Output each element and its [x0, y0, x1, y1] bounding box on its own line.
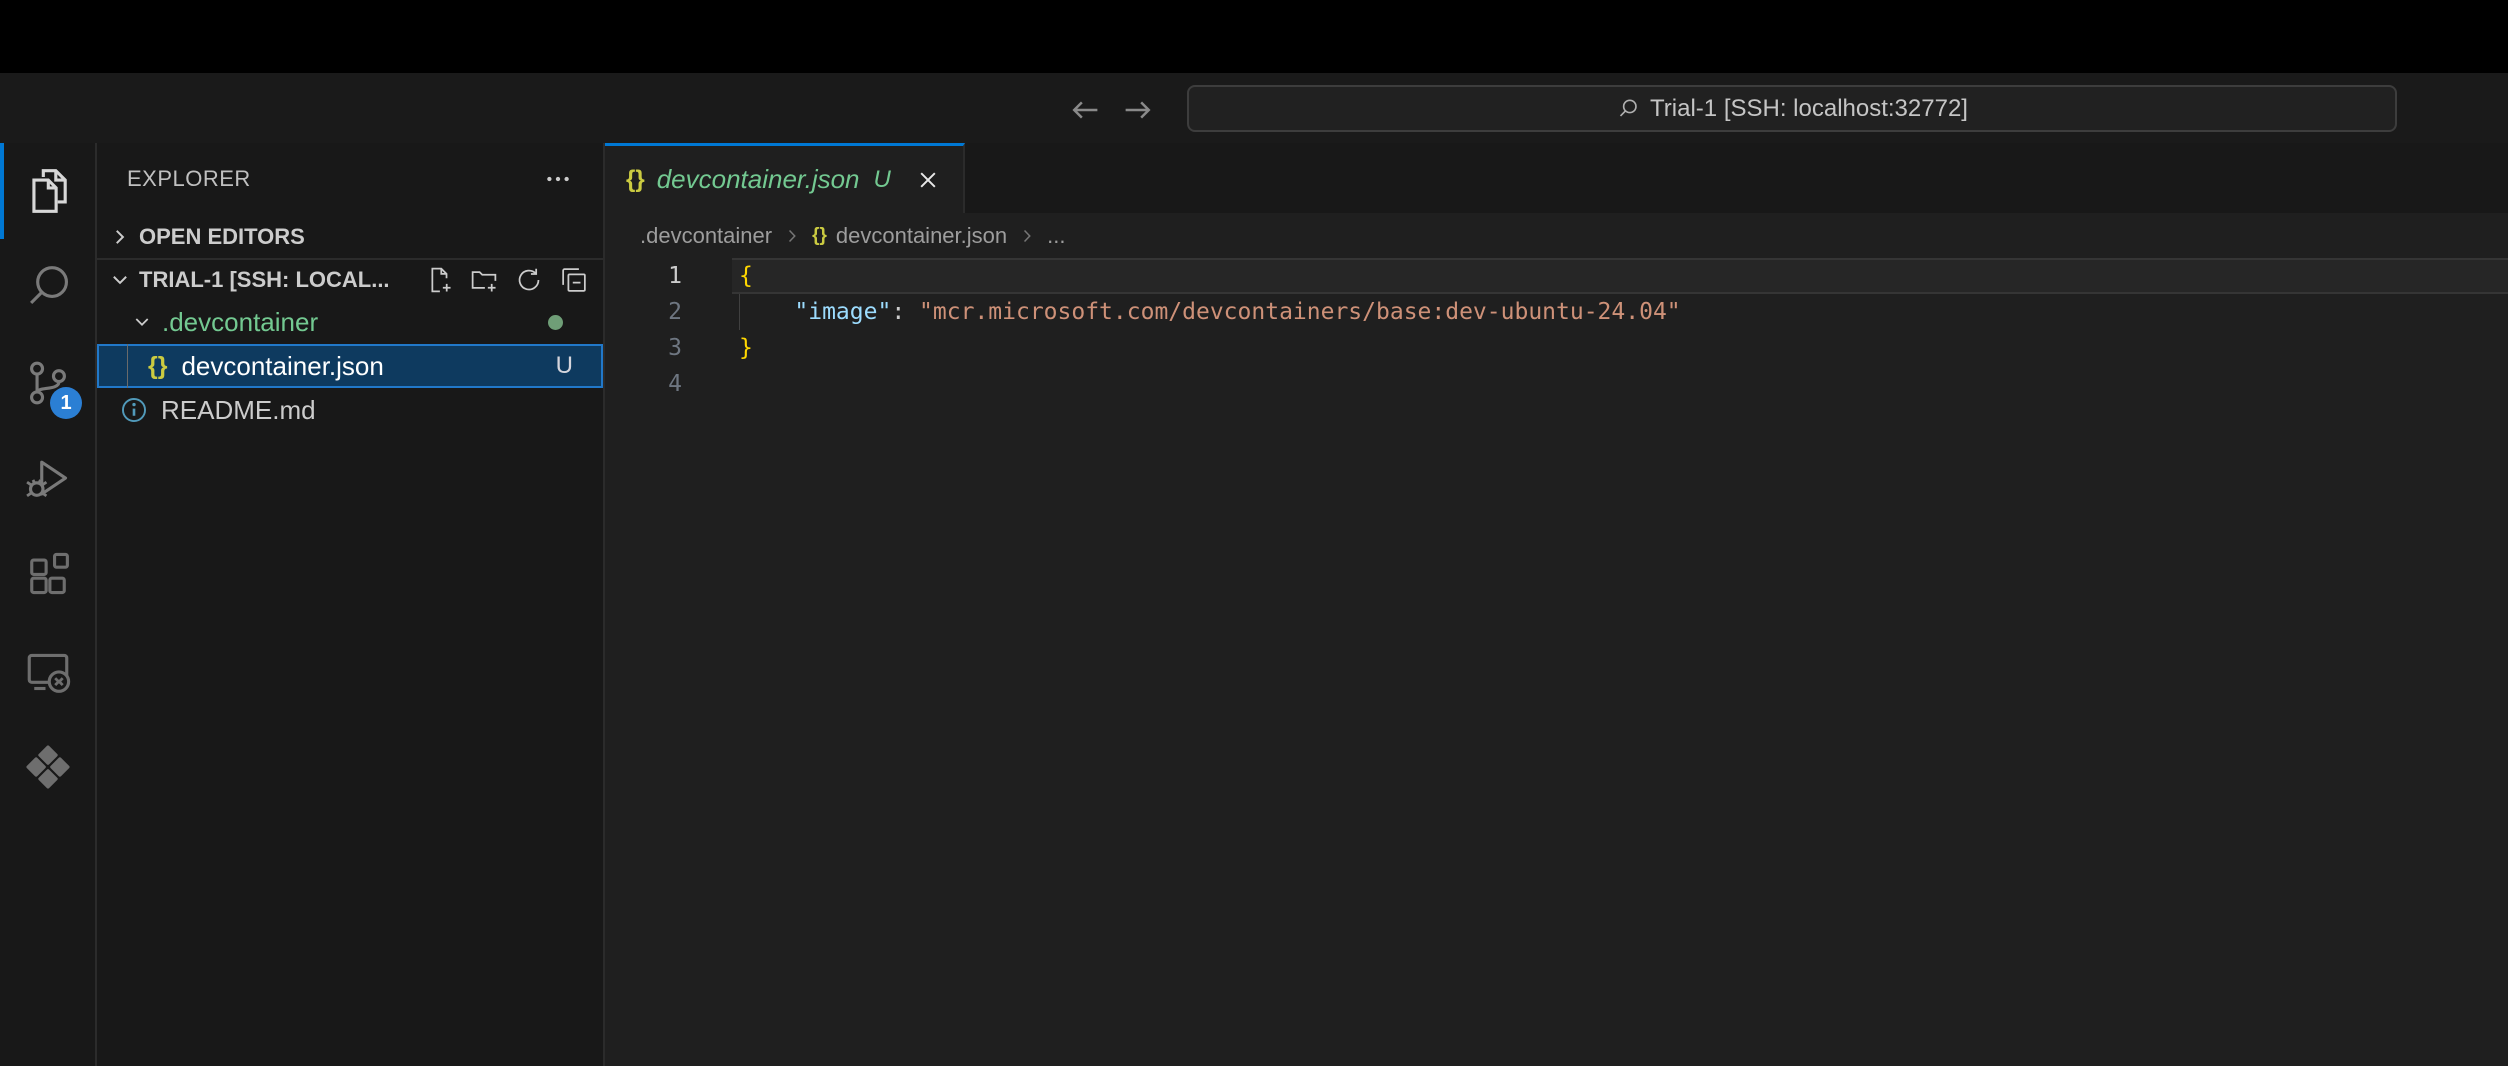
activity-bar: 1 [0, 143, 97, 1066]
views-and-more-actions-button[interactable] [543, 164, 573, 194]
chevron-right-icon [1016, 225, 1038, 247]
chevron-down-icon [107, 267, 133, 293]
folder-name: .devcontainer [162, 307, 318, 338]
editor-group: {} devcontainer.json U .devcontainer {} [605, 143, 2508, 1066]
vscode-window: Trial-1 [SSH: localhost:32772] [0, 0, 2508, 1066]
open-editors-section[interactable]: OPEN EDITORS [97, 215, 603, 258]
code-line[interactable]: 3 } [605, 330, 2508, 366]
arrow-left-icon [1067, 92, 1103, 128]
macos-menubar-strip [0, 0, 2508, 73]
navigate-forward-button[interactable] [1116, 88, 1160, 132]
line-number[interactable]: 2 [605, 294, 682, 330]
modified-dot-badge [548, 315, 563, 330]
ellipsis-icon [543, 164, 573, 194]
run-debug-icon [23, 454, 73, 504]
explorer-sidebar: EXPLORER OPEN EDITORS TRIAL-1 [SSH: LOCA… [97, 143, 605, 1066]
new-file-button[interactable] [425, 266, 453, 294]
arrow-right-icon [1120, 92, 1156, 128]
file-tree: .devcontainer {} devcontainer.json U [97, 300, 603, 432]
code-line[interactable]: 4 [605, 366, 2508, 402]
chevron-right-icon [107, 224, 133, 250]
json-file-icon: {} [626, 166, 645, 194]
files-icon [23, 166, 73, 216]
tab-close-button[interactable] [915, 167, 941, 193]
tab-bar: {} devcontainer.json U [605, 143, 2508, 213]
search-icon [23, 262, 73, 312]
tree-indent-guide [127, 344, 128, 388]
activity-extensions[interactable] [0, 527, 95, 623]
tree-item-devcontainer-folder[interactable]: .devcontainer [97, 300, 603, 344]
activity-containers[interactable] [0, 719, 95, 815]
code-editor[interactable]: 1 { 2 "image": "mcr.microsoft.com/devcon… [605, 258, 2508, 402]
json-file-icon: {} [812, 225, 827, 247]
activity-search[interactable] [0, 239, 95, 335]
close-icon [915, 167, 941, 193]
scm-changes-badge: 1 [50, 387, 82, 419]
activity-remote-explorer[interactable] [0, 623, 95, 719]
remote-explorer-icon [23, 646, 73, 696]
json-file-icon: {} [148, 352, 167, 381]
info-icon [120, 396, 148, 424]
new-folder-icon [470, 266, 498, 294]
open-editors-label: OPEN EDITORS [139, 224, 305, 250]
line-number[interactable]: 4 [605, 366, 682, 402]
refresh-button[interactable] [515, 266, 543, 294]
git-untracked-badge: U [556, 352, 573, 380]
tab-title: devcontainer.json [657, 164, 860, 195]
collapse-folders-button[interactable] [560, 266, 588, 294]
extensions-icon [23, 550, 73, 600]
activity-source-control[interactable]: 1 [0, 335, 95, 431]
tab-devcontainer-json[interactable]: {} devcontainer.json U [605, 143, 965, 213]
breadcrumb-folder[interactable]: .devcontainer [640, 223, 772, 249]
breadcrumb-file[interactable]: devcontainer.json [836, 223, 1007, 249]
window-title: Trial-1 [SSH: localhost:32772] [1650, 95, 1968, 123]
line-number[interactable]: 1 [605, 258, 682, 294]
command-center-search[interactable]: Trial-1 [SSH: localhost:32772] [1187, 85, 2397, 132]
tab-git-untracked-badge: U [874, 166, 891, 194]
search-icon [1616, 97, 1640, 121]
activity-run-debug[interactable] [0, 431, 95, 527]
collapse-all-icon [560, 266, 588, 294]
indent-guide [739, 294, 740, 330]
line-number[interactable]: 3 [605, 330, 682, 366]
breadcrumb: .devcontainer {} devcontainer.json ... [605, 213, 2508, 258]
code-text: } [739, 330, 753, 366]
refresh-icon [515, 266, 543, 294]
navigate-back-button[interactable] [1063, 88, 1107, 132]
containers-icon [23, 742, 73, 792]
sidebar-title: EXPLORER [127, 166, 251, 192]
new-file-icon [425, 266, 453, 294]
tree-item-devcontainer-json[interactable]: {} devcontainer.json U [97, 344, 603, 388]
new-folder-button[interactable] [470, 266, 498, 294]
tree-item-readme[interactable]: README.md [97, 388, 603, 432]
chevron-down-icon [130, 310, 154, 334]
workspace-label: TRIAL-1 [SSH: LOCAL... [139, 267, 425, 293]
code-text: "image": "mcr.microsoft.com/devcontainer… [739, 294, 1681, 330]
code-line[interactable]: 2 "image": "mcr.microsoft.com/devcontain… [605, 294, 2508, 330]
workspace-section[interactable]: TRIAL-1 [SSH: LOCAL... [97, 258, 603, 300]
breadcrumb-symbol[interactable]: ... [1047, 223, 1065, 249]
file-name: devcontainer.json [181, 351, 383, 382]
activity-explorer[interactable] [0, 143, 95, 239]
title-bar: Trial-1 [SSH: localhost:32772] [0, 73, 2508, 143]
code-line[interactable]: 1 { [605, 258, 2508, 294]
file-name: README.md [161, 395, 316, 426]
chevron-right-icon [781, 225, 803, 247]
code-text: { [739, 258, 753, 294]
